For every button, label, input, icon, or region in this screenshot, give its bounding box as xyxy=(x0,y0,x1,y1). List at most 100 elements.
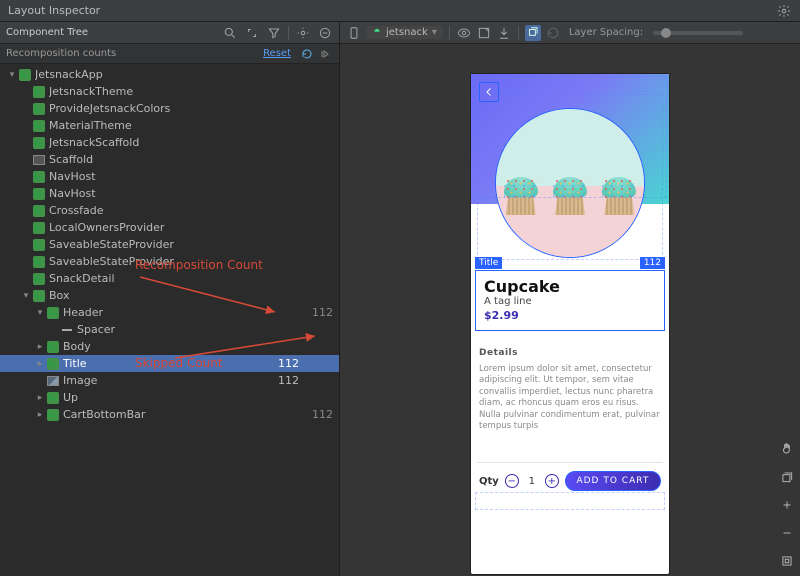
export-icon[interactable] xyxy=(496,25,512,41)
device-icon[interactable] xyxy=(346,25,362,41)
node-icon xyxy=(32,221,46,235)
tree-row[interactable]: JetsnackScaffold xyxy=(0,134,339,151)
title-box: Title 112 Cupcake A tag line $2.99 xyxy=(475,270,665,331)
tree-row[interactable]: ▾Box xyxy=(0,287,339,304)
node-icon xyxy=(32,238,46,252)
product-title: Cupcake xyxy=(484,277,656,296)
qty-plus[interactable]: + xyxy=(545,474,559,488)
node-name: Image xyxy=(63,374,265,387)
live-icon[interactable] xyxy=(456,25,472,41)
node-name: Crossfade xyxy=(49,204,265,217)
qty-minus[interactable]: − xyxy=(505,474,519,488)
title-bar: Layout Inspector xyxy=(0,0,800,22)
recomp-col-icon xyxy=(299,46,315,62)
recomp-count: 112 xyxy=(265,374,299,387)
tree-row[interactable]: Image112 xyxy=(0,372,339,389)
tree-row[interactable]: ▸Up xyxy=(0,389,339,406)
node-name: MaterialTheme xyxy=(49,119,265,132)
tree-row[interactable]: ▸Title112 xyxy=(0,355,339,372)
minus-icon[interactable] xyxy=(317,25,333,41)
skip-col-icon xyxy=(317,46,333,62)
node-name: Body xyxy=(63,340,265,353)
recomp-col-label: Recomposition counts xyxy=(6,48,263,59)
recomp-count: 112 xyxy=(265,357,299,370)
column-header: Recomposition counts Reset xyxy=(0,44,339,64)
node-icon xyxy=(32,136,46,150)
tree-row[interactable]: ▾Header112 xyxy=(0,304,339,321)
tree-row[interactable]: ▸CartBottomBar112 xyxy=(0,406,339,423)
layer-spacing-label: Layer Spacing: xyxy=(569,27,643,38)
device-preview: Title 112 Cupcake A tag line $2.99 Detai… xyxy=(471,74,669,574)
node-name: Title xyxy=(63,357,265,370)
tree-row[interactable]: Spacer xyxy=(0,321,339,338)
tree-toolbar: Component Tree xyxy=(0,22,339,44)
node-name: NavHost xyxy=(49,170,265,183)
pan-icon[interactable] xyxy=(778,440,796,458)
search-icon[interactable] xyxy=(222,25,238,41)
node-name: JetsnackTheme xyxy=(49,85,265,98)
tree-row[interactable]: Crossfade xyxy=(0,202,339,219)
tree-row[interactable]: MaterialTheme xyxy=(0,117,339,134)
qty-label: Qty xyxy=(479,476,499,487)
cart-bar: Qty − 1 + ADD TO CART xyxy=(477,462,663,491)
node-icon xyxy=(32,289,46,303)
node-icon xyxy=(32,85,46,99)
process-badge[interactable]: jetsnack ▾ xyxy=(366,26,443,39)
tree-header-label: Component Tree xyxy=(6,27,216,38)
settings-icon[interactable] xyxy=(295,25,311,41)
zoom-out-icon[interactable] xyxy=(778,524,796,542)
details-heading: Details xyxy=(479,348,661,358)
node-name: SaveableStateProvider xyxy=(49,255,265,268)
skip-count: 112 xyxy=(299,408,333,421)
tree-row[interactable]: ▸Body xyxy=(0,338,339,355)
node-icon xyxy=(60,323,74,337)
node-icon xyxy=(46,374,60,388)
node-icon xyxy=(32,272,46,286)
zoom-in-icon[interactable] xyxy=(778,496,796,514)
node-name: SnackDetail xyxy=(49,272,265,285)
viewport-tools xyxy=(778,440,796,570)
tree-row[interactable]: ▾JetsnackApp xyxy=(0,66,339,83)
reset-link[interactable]: Reset xyxy=(263,48,291,59)
selection-label: Title xyxy=(475,257,502,269)
details-section: Details Lorem ipsum dolor sit amet, cons… xyxy=(479,348,661,433)
resize-icon[interactable] xyxy=(244,25,260,41)
node-icon xyxy=(18,68,32,82)
skip-count: 112 xyxy=(299,306,333,319)
node-name: JetsnackScaffold xyxy=(49,136,265,149)
refresh-icon[interactable] xyxy=(545,25,561,41)
tree-row[interactable]: SaveableStateProvider xyxy=(0,253,339,270)
tree-row[interactable]: SnackDetail xyxy=(0,270,339,287)
node-icon xyxy=(46,391,60,405)
node-icon xyxy=(46,306,60,320)
node-name: CartBottomBar xyxy=(63,408,265,421)
add-to-cart-button[interactable]: ADD TO CART xyxy=(565,471,661,491)
tree-row[interactable]: NavHost xyxy=(0,168,339,185)
node-icon xyxy=(32,187,46,201)
tree-row[interactable]: ProvideJetsnackColors xyxy=(0,100,339,117)
node-name: JetsnackApp xyxy=(35,68,265,81)
node-name: SaveableStateProvider xyxy=(49,238,265,251)
product-price: $2.99 xyxy=(484,309,656,322)
tree-row[interactable]: LocalOwnersProvider xyxy=(0,219,339,236)
component-tree[interactable]: ▾JetsnackApp JetsnackTheme ProvideJetsnack… xyxy=(0,64,339,576)
filter-icon[interactable] xyxy=(266,25,282,41)
right-panel: jetsnack ▾ Layer Spacing: xyxy=(340,22,800,576)
tree-row[interactable]: NavHost xyxy=(0,185,339,202)
layers-icon[interactable] xyxy=(778,468,796,486)
mode-3d-icon[interactable] xyxy=(525,25,541,41)
layer-spacing-slider[interactable] xyxy=(653,31,743,35)
node-icon xyxy=(32,102,46,116)
fit-icon[interactable] xyxy=(778,552,796,570)
snapshot-icon[interactable] xyxy=(476,25,492,41)
qty-value: 1 xyxy=(525,476,539,487)
product-tagline: A tag line xyxy=(484,296,656,307)
preview-stage[interactable]: Title 112 Cupcake A tag line $2.99 Detai… xyxy=(340,44,800,576)
node-icon xyxy=(32,204,46,218)
left-panel: Component Tree Recomposition counts Rese… xyxy=(0,22,340,576)
tree-row[interactable]: SaveableStateProvider xyxy=(0,236,339,253)
tree-row[interactable]: JetsnackTheme xyxy=(0,83,339,100)
node-icon xyxy=(32,255,46,269)
gear-icon[interactable] xyxy=(776,3,792,19)
tree-row[interactable]: Scaffold xyxy=(0,151,339,168)
